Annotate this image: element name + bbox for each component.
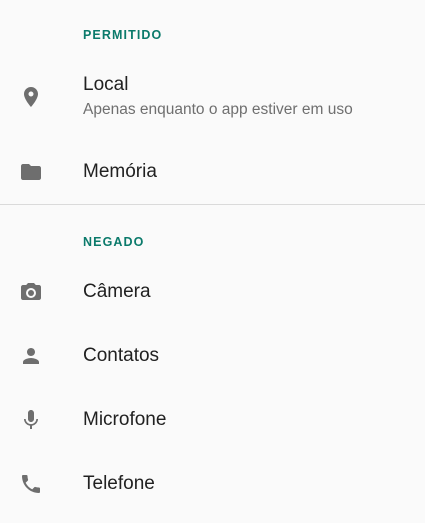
permission-title: Contatos	[83, 345, 160, 366]
permission-title: Local	[83, 74, 129, 95]
permission-item-camera[interactable]: Câmera	[0, 260, 425, 324]
phone-icon	[19, 472, 43, 496]
section-header-denied: NEGADO	[83, 235, 145, 249]
permission-subtitle: Apenas enquanto o app estiver em uso	[83, 101, 353, 118]
microphone-icon	[19, 408, 43, 432]
permission-title: Memória	[83, 161, 157, 182]
permission-title: Telefone	[83, 473, 155, 494]
person-icon	[19, 344, 43, 368]
permission-item-contacts[interactable]: Contatos	[0, 324, 425, 388]
folder-icon	[19, 160, 43, 184]
permission-item-location[interactable]: Local Apenas enquanto o app estiver em u…	[0, 64, 425, 130]
location-pin-icon	[19, 85, 43, 109]
permission-item-storage[interactable]: Memória	[0, 140, 425, 204]
section-divider	[0, 204, 425, 205]
permission-title: Microfone	[83, 409, 167, 430]
permission-item-phone[interactable]: Telefone	[0, 452, 425, 516]
camera-icon	[19, 280, 43, 304]
section-header-allowed: PERMITIDO	[83, 28, 163, 42]
permission-title: Câmera	[83, 281, 151, 302]
permission-item-microphone[interactable]: Microfone	[0, 388, 425, 452]
